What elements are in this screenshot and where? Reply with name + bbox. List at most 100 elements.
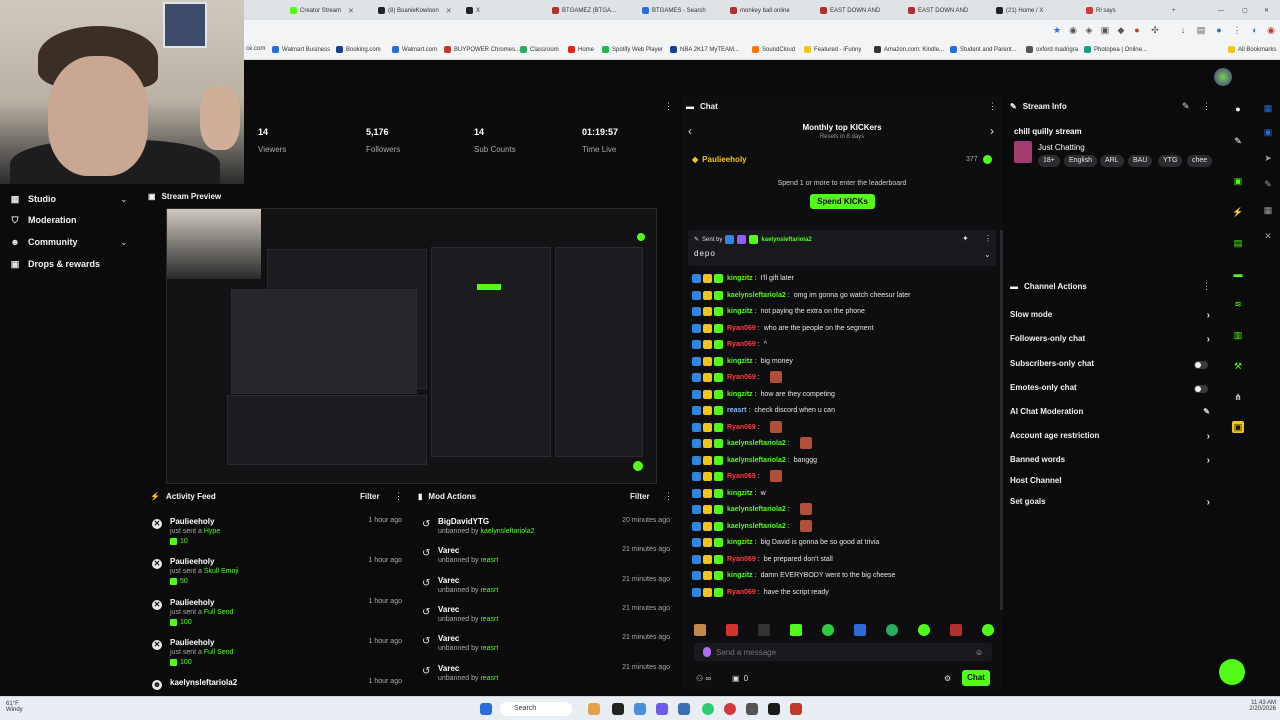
chat-username[interactable]: kaelynsleftariola2 — [727, 440, 786, 447]
pen-icon[interactable]: ✎ — [1262, 178, 1274, 190]
nav-item-drops-rewards[interactable]: ▣ Drops & rewards — [10, 259, 100, 269]
bookmark[interactable]: BUYPOWER Chromes... — [444, 46, 520, 53]
banned-words-action[interactable]: Banned words › — [1010, 455, 1214, 469]
emote-icon[interactable] — [886, 624, 898, 636]
bookmark[interactable]: SoundCloud — [752, 46, 795, 53]
host-channel-action[interactable]: Host Channel — [1010, 476, 1214, 490]
kick-logo-icon[interactable]: ▣ — [1232, 175, 1244, 187]
emote-icon[interactable] — [982, 624, 994, 636]
app-icon[interactable] — [634, 703, 646, 715]
chat-username[interactable]: kingzitz — [727, 391, 753, 398]
emotes-only-toggle[interactable] — [1194, 385, 1208, 393]
extension-icon[interactable]: ◆ — [1116, 25, 1126, 35]
chevron-down-icon[interactable]: ⌄ — [120, 194, 128, 205]
stats-menu-icon[interactable]: ⋮ — [664, 101, 673, 112]
stream-info-menu-icon[interactable]: ⋮ — [1202, 101, 1211, 112]
chat-username[interactable]: Ryan069 — [727, 589, 756, 596]
mod-actions-filter-button[interactable]: Filter — [630, 492, 650, 501]
support-chat-button[interactable] — [1219, 659, 1245, 685]
bookmark[interactable]: Walmart.com — [392, 46, 437, 53]
wallet-icon[interactable]: ▣ — [1262, 126, 1274, 138]
bookmark[interactable]: Student and Parent... — [950, 46, 1017, 53]
browser-tab[interactable]: Creator Stream ✕ — [290, 3, 368, 18]
browser-tab[interactable]: EAST DOWN AND — [820, 3, 904, 18]
emoji-icon[interactable]: ☺ — [975, 648, 983, 657]
new-tab-button[interactable]: + — [1172, 3, 1182, 18]
chat-username[interactable]: Ryan069 — [727, 325, 756, 332]
clock[interactable]: 11:43 AM 2/20/2026 — [1232, 700, 1276, 712]
layers-icon[interactable]: ▥ — [1232, 329, 1244, 341]
chat-username[interactable]: Ryan069 — [727, 374, 756, 381]
slow-mode-action[interactable]: Slow mode › — [1010, 310, 1214, 324]
hammer-icon[interactable]: ⚒ — [1232, 360, 1244, 372]
chat-scrollbar[interactable] — [1000, 230, 1003, 610]
browser-tab[interactable]: monkey ball online — [730, 3, 816, 18]
pinned-menu-icon[interactable]: ⋮ — [984, 234, 992, 243]
bookmark[interactable]: Amazon.com: Kindle... — [874, 46, 944, 53]
stream-preview-video[interactable] — [166, 208, 657, 484]
star-icon[interactable]: ★ — [1052, 25, 1062, 35]
emote-icon[interactable] — [726, 624, 738, 636]
sidebar-icon[interactable]: ▤ — [1196, 25, 1206, 35]
grid-icon[interactable]: ▦ — [1262, 204, 1274, 216]
list-icon[interactable]: ▤ — [1232, 237, 1244, 249]
close-icon[interactable]: ✕ — [1262, 230, 1274, 242]
chat-username[interactable]: kaelynsleftariola2 — [727, 506, 786, 513]
app-icon[interactable] — [588, 703, 600, 715]
chat-message-input[interactable] — [716, 645, 966, 659]
menu-dots-icon[interactable]: ⋮ — [1232, 25, 1242, 35]
browser-tab[interactable]: (8) BoanieKowloon ✕ — [378, 3, 458, 18]
followers-only-action[interactable]: Followers-only chat › — [1010, 334, 1214, 348]
pencil-icon[interactable]: ✎ — [1232, 135, 1244, 147]
chevron-right-icon[interactable]: › — [990, 124, 994, 138]
bookmark[interactable]: Home — [568, 46, 594, 53]
chat-menu-icon[interactable]: ⋮ — [988, 101, 997, 112]
set-goals-action[interactable]: Set goals › — [1010, 497, 1214, 511]
activity-filter-button[interactable]: Filter — [360, 492, 380, 501]
chat-username[interactable]: kaelynsleftariola2 — [727, 457, 786, 464]
emote-icon[interactable] — [950, 624, 962, 636]
emote-icon[interactable] — [694, 624, 706, 636]
profile-icon[interactable]: ● — [1214, 25, 1224, 35]
emote-icon[interactable] — [790, 624, 802, 636]
bookmark[interactable]: Classroom — [520, 46, 559, 53]
browser-tab[interactable]: Ri says — [1086, 3, 1164, 18]
taskbar-search[interactable]: Search — [500, 702, 572, 716]
app-icon[interactable] — [612, 703, 624, 715]
extension-icon[interactable]: ◉ — [1266, 25, 1276, 35]
bookmark-folder[interactable]: All Bookmarks — [1228, 46, 1276, 53]
wave-icon[interactable]: ≋ — [1232, 298, 1244, 310]
calendar-icon[interactable]: ▦ — [1262, 102, 1274, 114]
share-icon[interactable]: ⋔ — [1232, 391, 1244, 403]
app-icon[interactable] — [768, 703, 780, 715]
activity-menu-icon[interactable]: ⋮ — [394, 491, 403, 502]
extension-icon[interactable]: ● — [1132, 25, 1142, 35]
user-avatar[interactable] — [1214, 68, 1232, 86]
chat-username[interactable]: Ryan069 — [727, 341, 756, 348]
nav-item-moderation[interactable]: ⛉ Moderation — [10, 215, 77, 225]
close-icon[interactable]: ✕ — [348, 7, 354, 15]
close-window-icon[interactable]: ✕ — [1264, 3, 1274, 18]
edit-icon[interactable]: ✎ — [1182, 101, 1190, 112]
puzzle-icon[interactable]: ✣ — [1150, 25, 1160, 35]
bookmark[interactable]: oxford madrigra — [1026, 46, 1078, 53]
extension-icon[interactable]: ◉ — [1068, 25, 1078, 35]
info-icon[interactable]: ● — [1232, 103, 1244, 115]
bookmark[interactable]: Walmart Businessce.com — [246, 46, 265, 52]
extension-icon[interactable]: ◈ — [1084, 25, 1094, 35]
bolt-icon[interactable]: ⚡ — [1232, 206, 1244, 218]
pin-icon[interactable]: ✦ — [962, 234, 969, 243]
emote-icon[interactable] — [854, 624, 866, 636]
extension-icon[interactable]: ◐ — [1250, 25, 1260, 35]
chat-username[interactable]: kingzitz — [727, 490, 753, 497]
chat-username[interactable]: Ryan069 — [727, 424, 756, 431]
subscribers-only-toggle[interactable] — [1194, 361, 1208, 369]
account-age-action[interactable]: Account age restriction › — [1010, 431, 1214, 445]
bookmark[interactable]: Walmart Business — [272, 46, 330, 53]
channel-actions-menu-icon[interactable]: ⋮ — [1202, 281, 1211, 292]
bookmark[interactable]: Booking.com — [336, 46, 381, 53]
maximize-icon[interactable]: ▢ — [1242, 3, 1252, 18]
emote-icon[interactable] — [822, 624, 834, 636]
chat-bubble-icon[interactable]: ▬ — [1232, 268, 1244, 280]
browser-tab[interactable]: BTGAMES - Search — [642, 3, 726, 18]
